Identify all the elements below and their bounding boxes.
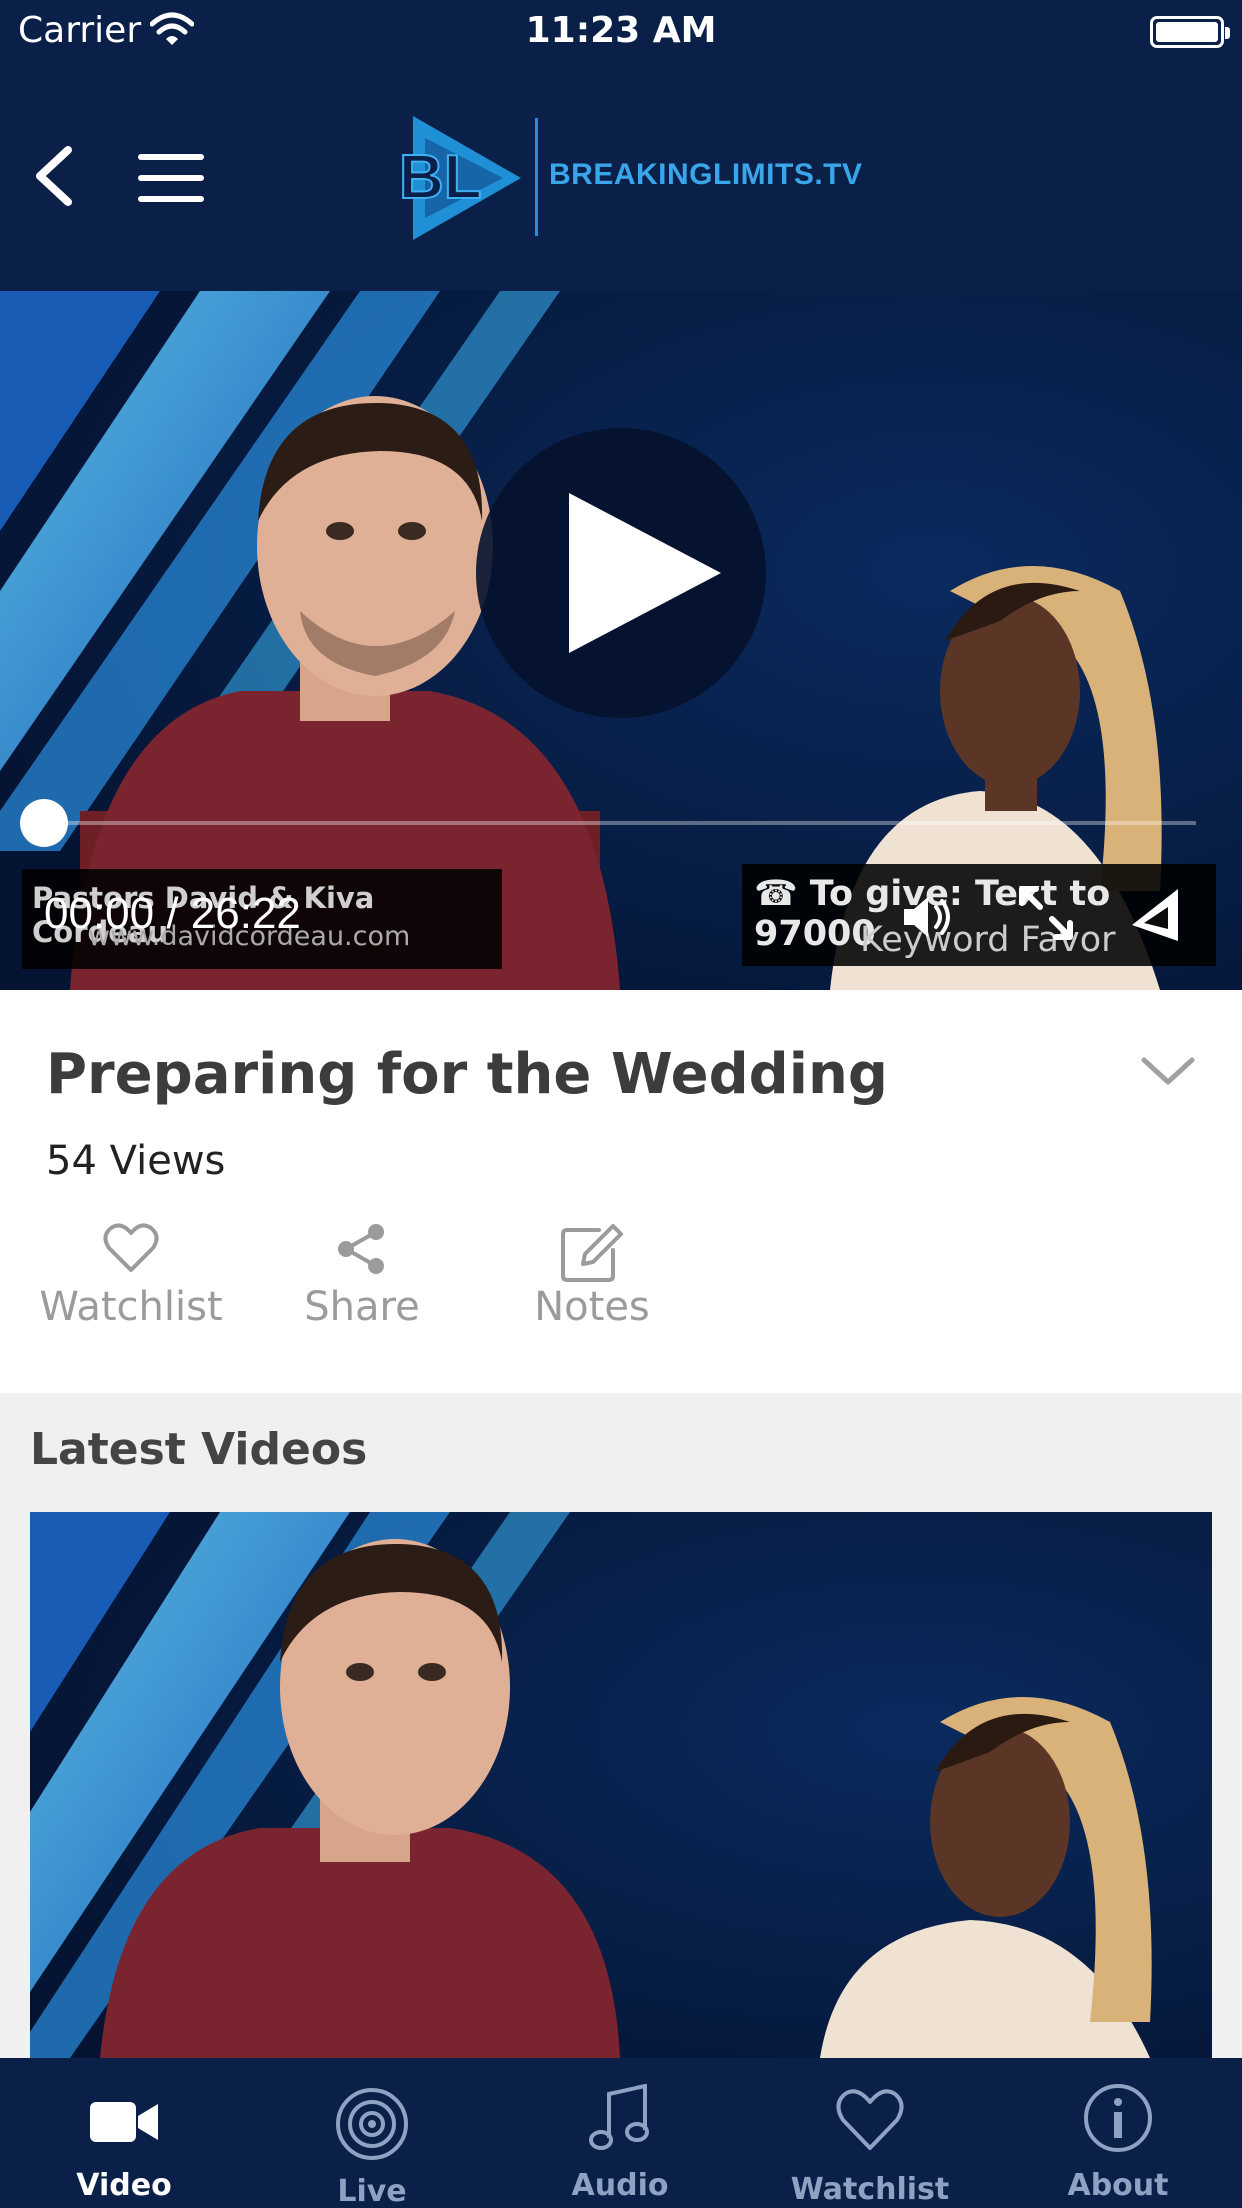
chevron-down-icon[interactable]: [1140, 1054, 1196, 1088]
watchlist-button[interactable]: Watchlist: [38, 1222, 224, 1342]
video-title: Preparing for the Wedding: [46, 1042, 888, 1107]
menu-icon[interactable]: [138, 154, 204, 202]
latest-video-thumbnail[interactable]: [30, 1512, 1212, 2058]
heart-icon: [103, 1223, 159, 1272]
info-icon: [1084, 2084, 1152, 2152]
app-header: Carrier 11:23 AM BL BREAKINGLIMITS.TV: [0, 0, 1242, 291]
logo-mark: BL: [398, 116, 521, 240]
progress-scrubber[interactable]: [20, 799, 68, 847]
broadcast-icon: [336, 2088, 408, 2160]
video-player[interactable]: Pastors David & Kiva Cordeau www.davidco…: [0, 291, 1242, 990]
tab-video-label: Video: [76, 2168, 172, 2203]
volume-icon[interactable]: [900, 889, 956, 945]
bottom-tab-bar: Video Live Audio Watchlist About: [0, 2058, 1242, 2208]
status-time: 11:23 AM: [525, 10, 717, 51]
overlay-keyword-text: Keyword Favor: [860, 920, 1116, 960]
battery-icon: [1150, 16, 1230, 48]
view-count: 54 Views: [46, 1138, 226, 1184]
video-camera-icon: [90, 2102, 158, 2142]
brand-logo: BL BREAKINGLIMITS.TV: [395, 112, 862, 242]
tab-audio[interactable]: Audio: [520, 2058, 720, 2208]
fullscreen-icon[interactable]: [1016, 883, 1076, 943]
music-note-icon: [589, 2084, 649, 2150]
logo-divider: [535, 118, 538, 236]
watchlist-label: Watchlist: [39, 1284, 223, 1330]
tab-about[interactable]: About: [1018, 2058, 1218, 2208]
tab-watchlist-label: Watchlist: [790, 2172, 950, 2207]
timecode: 00:00 / 26:22: [44, 889, 301, 938]
status-bar: Carrier 11:23 AM: [0, 0, 1242, 60]
thumbnail-image: [30, 1512, 1212, 2058]
notes-label: Notes: [534, 1284, 650, 1330]
video-info-panel: Preparing for the Wedding 54 Views Watch…: [0, 990, 1242, 1393]
edit-icon: [561, 1224, 623, 1282]
tab-watchlist[interactable]: Watchlist: [770, 2058, 970, 2208]
svg-text:BL: BL: [399, 143, 482, 212]
share-button[interactable]: Share: [292, 1222, 432, 1342]
play-icon: [569, 493, 721, 653]
play-button[interactable]: [476, 428, 766, 718]
cast-icon[interactable]: [1128, 885, 1184, 945]
tab-live[interactable]: Live: [272, 2058, 472, 2208]
progress-track[interactable]: [44, 821, 1196, 825]
share-label: Share: [304, 1284, 420, 1330]
brand-name: BREAKINGLIMITS.TV: [549, 158, 863, 191]
tab-audio-label: Audio: [571, 2168, 669, 2203]
share-icon: [338, 1224, 384, 1274]
notes-button[interactable]: Notes: [520, 1222, 664, 1342]
latest-videos-heading: Latest Videos: [30, 1424, 368, 1475]
tab-about-label: About: [1067, 2168, 1169, 2203]
tab-video[interactable]: Video: [24, 2058, 224, 2208]
back-icon[interactable]: [28, 140, 80, 212]
heart-icon: [836, 2089, 904, 2150]
tab-live-label: Live: [337, 2174, 407, 2208]
